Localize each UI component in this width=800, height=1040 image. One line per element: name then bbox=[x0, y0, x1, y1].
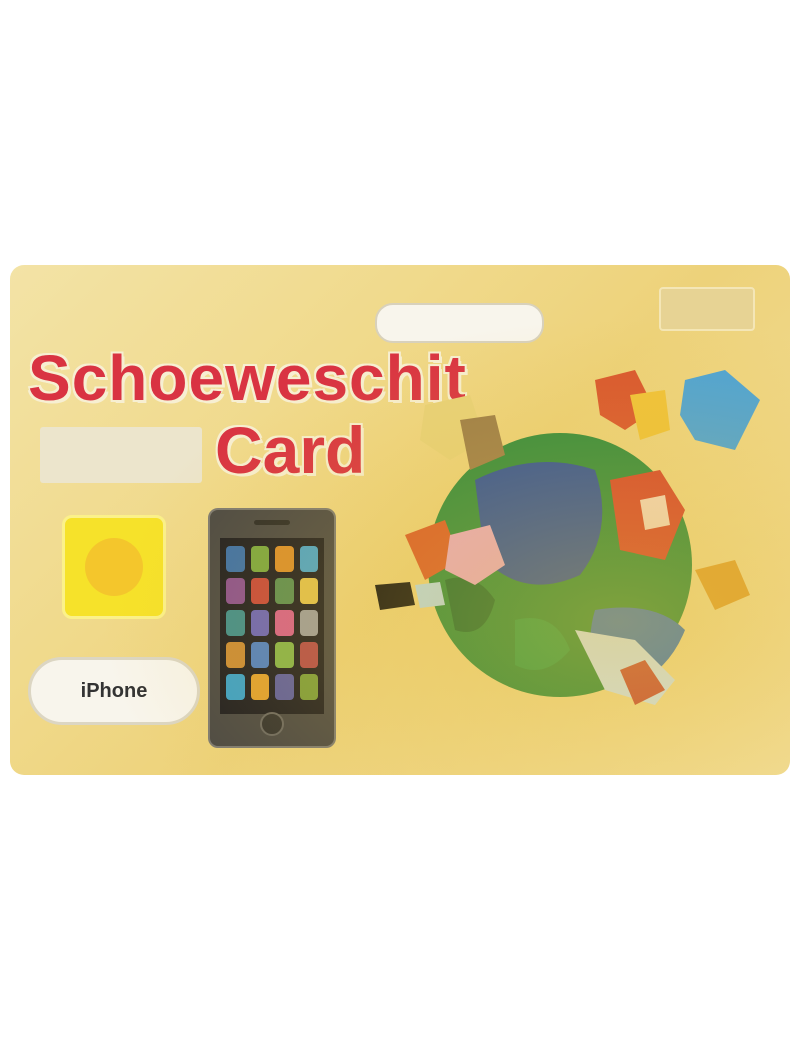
globe-illustration-icon bbox=[375, 370, 760, 705]
app-icon bbox=[275, 546, 294, 572]
seal-badge-icon bbox=[62, 515, 166, 619]
app-icon bbox=[226, 578, 245, 604]
badge-text bbox=[85, 538, 143, 596]
phone-home-button bbox=[260, 712, 284, 736]
app-icon bbox=[275, 610, 294, 636]
app-icon bbox=[226, 610, 245, 636]
smartphone-icon bbox=[208, 508, 336, 748]
page: Schoeweschit Card iPhone bbox=[0, 0, 800, 1040]
app-icon bbox=[299, 674, 318, 700]
app-icon bbox=[226, 546, 245, 572]
app-icon bbox=[275, 674, 294, 700]
app-icon bbox=[226, 674, 245, 700]
app-icon bbox=[299, 578, 318, 604]
phone-speaker bbox=[254, 520, 290, 525]
header-line-2 bbox=[35, 308, 315, 320]
header-line-1 bbox=[35, 290, 315, 302]
app-icon bbox=[250, 674, 269, 700]
header-text bbox=[35, 290, 315, 326]
app-icon bbox=[226, 642, 245, 668]
app-icon bbox=[250, 578, 269, 604]
app-icon bbox=[299, 642, 318, 668]
card-title-card: Card bbox=[215, 413, 366, 487]
corner-label bbox=[659, 287, 755, 331]
device-pill: iPhone bbox=[28, 657, 200, 725]
brand-pill bbox=[375, 303, 544, 343]
app-icon bbox=[250, 546, 269, 572]
app-icon bbox=[275, 578, 294, 604]
promo-card: Schoeweschit Card iPhone bbox=[10, 265, 790, 775]
phone-screen bbox=[220, 538, 324, 714]
app-icon bbox=[299, 546, 318, 572]
app-icon bbox=[299, 610, 318, 636]
app-icon bbox=[250, 610, 269, 636]
app-icon bbox=[250, 642, 269, 668]
app-icon bbox=[275, 642, 294, 668]
subtitle-box bbox=[40, 427, 202, 483]
